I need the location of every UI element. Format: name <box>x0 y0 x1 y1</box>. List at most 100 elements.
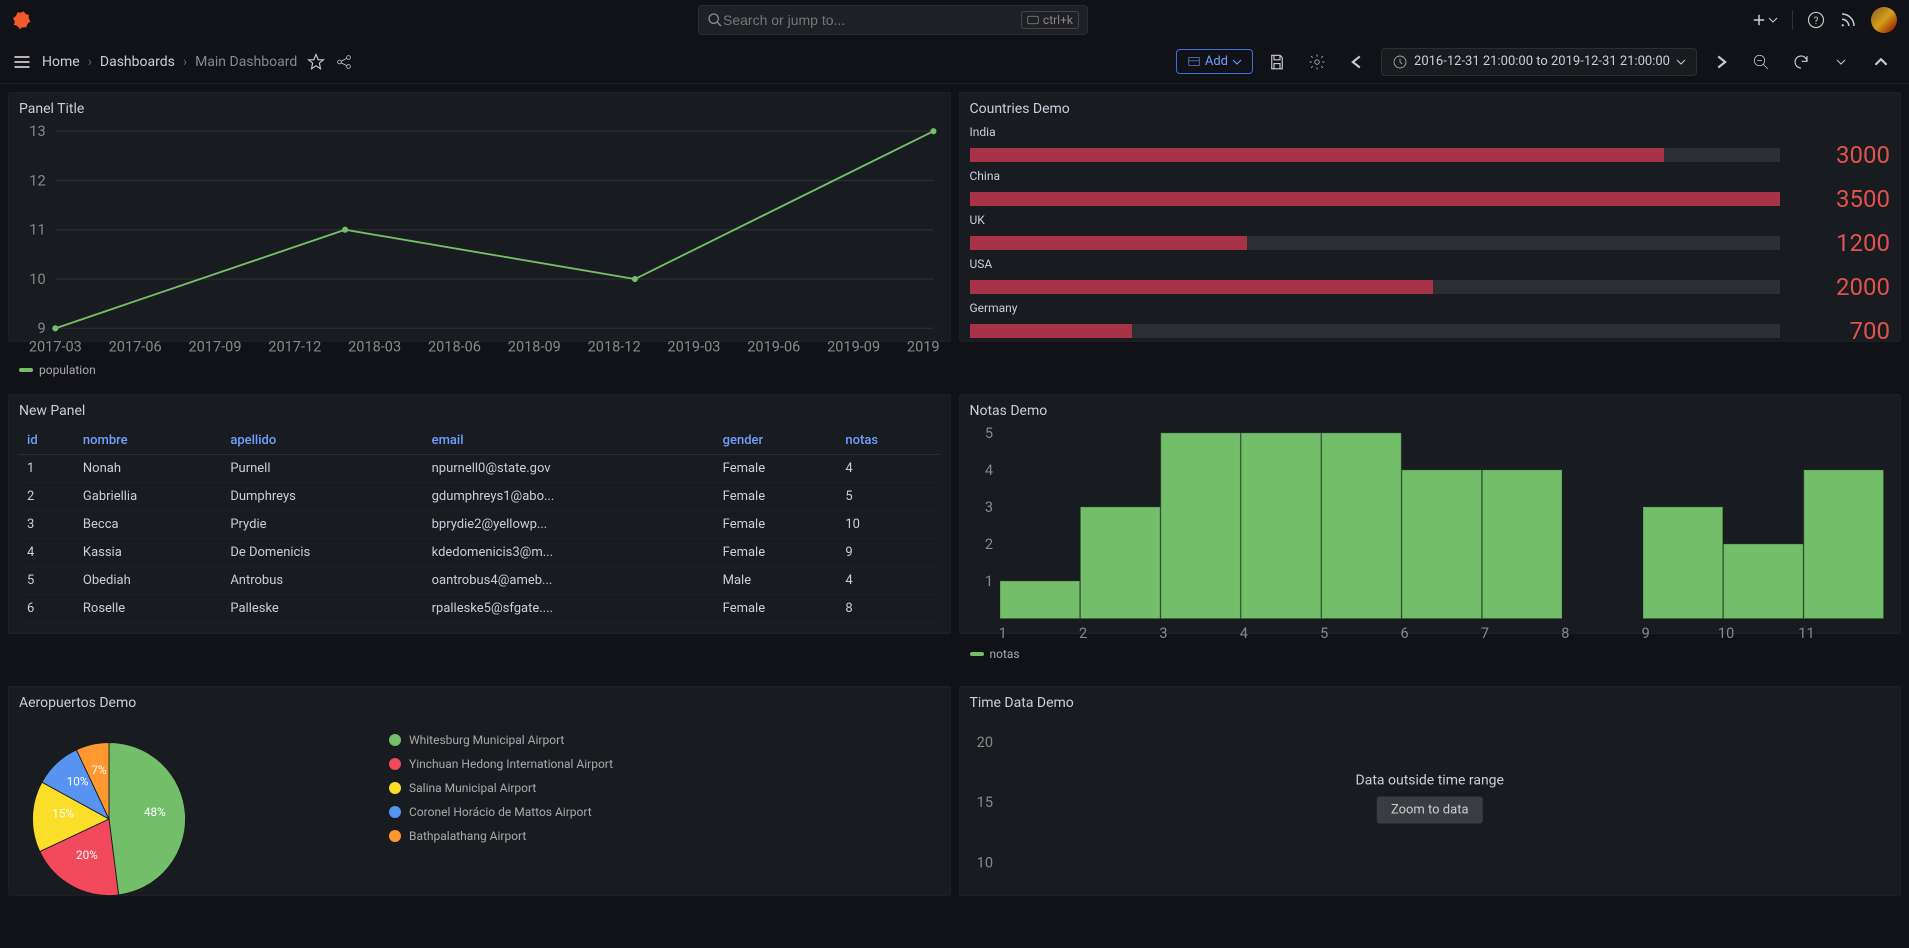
panel-title: Panel Title <box>19 101 940 117</box>
zoom-to-data-button[interactable]: Zoom to data <box>1377 797 1483 824</box>
legend-label: Coronel Horácio de Mattos Airport <box>409 805 592 819</box>
table-row[interactable]: 4KassiaDe Domeniciskdedomenicis3@m...Fem… <box>19 539 940 567</box>
table-cell: 10 <box>837 511 939 539</box>
table-row[interactable]: 6RosellePalleskerpalleske5@sfgate....Fem… <box>19 595 940 623</box>
svg-text:2: 2 <box>984 535 992 553</box>
keyboard-shortcut-hint: ctrl+k <box>1021 11 1079 29</box>
svg-text:2017-03: 2017-03 <box>29 338 82 356</box>
hbar-value: 3500 <box>1790 185 1890 213</box>
breadcrumb: Home › Dashboards › Main Dashboard <box>42 54 297 70</box>
panel-title: Time Data Demo <box>970 695 1891 711</box>
legend-dot <box>389 758 401 770</box>
empty-chart: 101520 Data outside time range Zoom to d… <box>970 719 1891 917</box>
svg-text:2019-09: 2019-09 <box>827 338 880 356</box>
legend-item: notas <box>970 647 1891 661</box>
hbar-value: 3000 <box>1790 141 1890 169</box>
th-id[interactable]: id <box>19 427 75 455</box>
chevron-right-icon: › <box>183 54 187 70</box>
svg-text:2017-09: 2017-09 <box>188 338 241 356</box>
table-cell: Female <box>715 455 838 483</box>
table-cell: bprydie2@yellowp... <box>424 511 715 539</box>
table-cell: Female <box>715 595 838 623</box>
table-row[interactable]: 5ObediahAntrobusoantrobus4@ameb...Male4 <box>19 567 940 595</box>
refresh-interval-icon[interactable] <box>1825 46 1857 78</box>
settings-icon[interactable] <box>1301 46 1333 78</box>
table-cell: Female <box>715 539 838 567</box>
menu-toggle-icon[interactable] <box>12 52 32 72</box>
hbar-track <box>970 280 1781 294</box>
save-icon[interactable] <box>1261 46 1293 78</box>
chevron-down-icon <box>1232 57 1242 67</box>
add-panel-button[interactable]: Add <box>1176 49 1253 74</box>
svg-text:4: 4 <box>1239 624 1247 642</box>
hbar-row: China 3500 <box>970 169 1891 213</box>
th-notas[interactable]: notas <box>837 427 939 455</box>
breadcrumb-home[interactable]: Home <box>42 54 80 70</box>
th-nombre[interactable]: nombre <box>75 427 222 455</box>
time-back-icon[interactable] <box>1341 46 1373 78</box>
clock-icon <box>1392 54 1408 70</box>
refresh-icon[interactable] <box>1785 46 1817 78</box>
zoom-out-icon[interactable] <box>1745 46 1777 78</box>
svg-text:15: 15 <box>976 793 992 811</box>
th-gender[interactable]: gender <box>715 427 838 455</box>
legend-dot <box>389 806 401 818</box>
search-input[interactable] <box>723 12 1021 28</box>
chevron-right-icon: › <box>88 54 92 70</box>
hbar-track <box>970 236 1781 250</box>
panel-icon <box>1187 55 1201 69</box>
th-email[interactable]: email <box>424 427 715 455</box>
svg-text:15%: 15% <box>52 807 74 821</box>
chevron-down-icon <box>1676 57 1686 67</box>
legend-swatch <box>19 368 33 372</box>
panel-title: Countries Demo <box>970 101 1891 117</box>
table-cell: Purnell <box>222 455 423 483</box>
panel-countries[interactable]: Countries Demo India 3000 China 3500 UK … <box>959 92 1902 342</box>
collapse-icon[interactable] <box>1865 46 1897 78</box>
time-range-picker[interactable]: 2016-12-31 21:00:00 to 2019-12-31 21:00:… <box>1381 48 1697 76</box>
table-cell: Antrobus <box>222 567 423 595</box>
table-cell: Roselle <box>75 595 222 623</box>
svg-text:?: ? <box>1814 16 1819 27</box>
panel-notas-bar[interactable]: Notas Demo 123451234567891011 notas <box>959 394 1902 634</box>
th-apellido[interactable]: apellido <box>222 427 423 455</box>
hbar-value: 2000 <box>1790 273 1890 301</box>
search-icon <box>707 12 723 28</box>
legend-item: Salina Municipal Airport <box>389 781 613 795</box>
table-row[interactable]: 1NonahPurnellnpurnell0@state.govFemale4 <box>19 455 940 483</box>
panel-population-line[interactable]: Panel Title 9101112132017-032017-062017-… <box>8 92 951 342</box>
legend-item: Yinchuan Hedong International Airport <box>389 757 613 771</box>
svg-text:9: 9 <box>37 319 45 337</box>
add-menu-icon[interactable] <box>1750 11 1778 29</box>
svg-text:2019-06: 2019-06 <box>747 338 800 356</box>
top-bar: ctrl+k ? <box>0 0 1909 40</box>
bar-chart: 123451234567891011 <box>970 427 1891 643</box>
share-icon[interactable] <box>335 53 353 71</box>
legend-item: population <box>19 363 940 377</box>
user-avatar[interactable] <box>1871 7 1897 33</box>
table-cell: rpalleske5@sfgate.... <box>424 595 715 623</box>
legend-item: Whitesburg Municipal Airport <box>389 733 613 747</box>
panel-title: New Panel <box>19 403 940 419</box>
panel-time-data[interactable]: Time Data Demo 101520 Data outside time … <box>959 686 1902 896</box>
table-cell: Dumphreys <box>222 483 423 511</box>
panel-title: Aeropuertos Demo <box>19 695 940 711</box>
svg-text:1: 1 <box>984 572 992 590</box>
star-icon[interactable] <box>307 53 325 71</box>
panel-table[interactable]: New Panel id nombre apellido email gende… <box>8 394 951 634</box>
table-cell: npurnell0@state.gov <box>424 455 715 483</box>
help-icon[interactable]: ? <box>1807 11 1825 29</box>
news-icon[interactable] <box>1839 11 1857 29</box>
legend-dot <box>389 782 401 794</box>
table-cell: 3 <box>19 511 75 539</box>
breadcrumb-dashboards[interactable]: Dashboards <box>100 54 175 70</box>
table-row[interactable]: 3BeccaPrydiebprydie2@yellowp...Female10 <box>19 511 940 539</box>
grafana-logo-icon[interactable] <box>12 8 36 32</box>
svg-text:2018-09: 2018-09 <box>508 338 561 356</box>
legend-item: Coronel Horácio de Mattos Airport <box>389 805 613 819</box>
legend-item: Bathpalathang Airport <box>389 829 613 843</box>
time-forward-icon[interactable] <box>1705 46 1737 78</box>
global-search[interactable]: ctrl+k <box>698 5 1088 35</box>
panel-aeropuertos-pie[interactable]: Aeropuertos Demo 48%20%15%10%7% Whitesbu… <box>8 686 951 896</box>
table-row[interactable]: 2GabrielliaDumphreysgdumphreys1@abo...Fe… <box>19 483 940 511</box>
